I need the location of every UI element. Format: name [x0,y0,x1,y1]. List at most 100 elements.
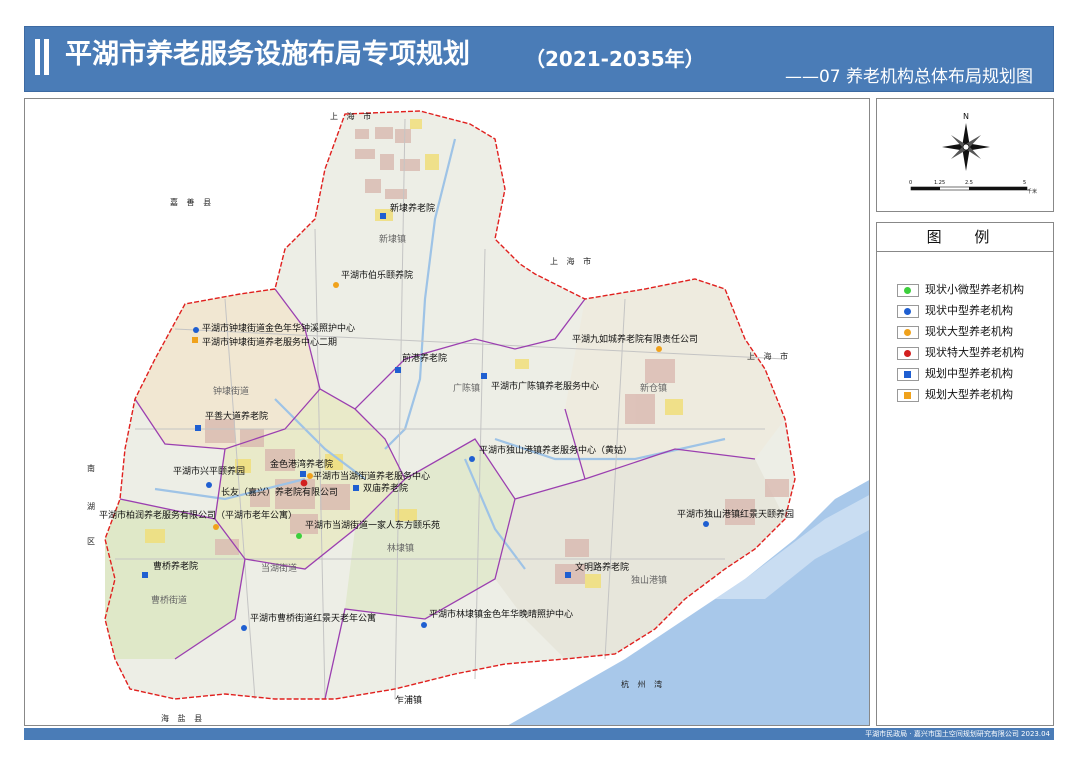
compass-panel: N 0 1.25 2.5 5 千米 [876,98,1054,212]
marker-hongjing[interactable] [703,521,709,527]
scale-bar [910,186,1028,191]
town-xincang: 新仓镇 [640,382,667,394]
marker-jinsegangwan[interactable] [300,471,306,477]
marker-zhongdai-jinse[interactable] [193,327,199,333]
title-banner: 平湖市养老服务设施布局专项规划 （2021-2035年） ——07 养老机构总体… [24,26,1054,92]
label-caoqiao-hongjing: 平湖市曹桥街道红景天老年公寓 [250,612,376,624]
label-bole: 平湖市伯乐颐养院 [341,269,413,281]
label-caoqiao: 曹桥养老院 [153,560,198,572]
town-danghu: 当湖街道 [261,562,297,574]
town-zhapu: 乍浦镇 [395,694,422,706]
marker-xindai[interactable] [380,213,386,219]
marker-linda-jinse[interactable] [421,622,427,628]
legend-item-label: 现状中型养老机构 [925,304,1013,317]
label-guangchen: 平湖市广陈镇养老服务中心 [491,380,599,392]
map-panel[interactable]: 上 海 市 嘉 善 县 上 海 市 上 海 市 南 湖 区 海 盐 县 杭 州 … [24,98,870,726]
label-linda-jinse: 平湖市林埭镇金色年华晚晴照护中心 [429,608,573,620]
marker-changyou[interactable] [300,479,308,487]
town-zhongdai: 钟埭街道 [213,385,249,397]
circle-marker-icon [904,328,911,336]
title-bar-2 [44,39,49,75]
legend-swatch [897,325,919,339]
label-jiuru: 平湖九如城养老院有限责任公司 [572,333,698,345]
label-yijiaren: 平湖市当湖街道一家人东方颐乐苑 [305,519,440,531]
circle-marker-icon [904,349,911,357]
scale-label-3: 5 [1023,180,1026,186]
north-arrow-scale: N 0 1.25 2.5 5 千米 [909,112,1037,195]
legend-item-label: 现状小微型养老机构 [925,283,1024,296]
title-bar-1 [35,39,40,75]
label-xindai: 新埭养老院 [390,202,435,214]
scale-unit: 千米 [1027,188,1037,195]
label-qiangang: 前港养老院 [402,352,447,364]
north-arrow-icon [942,123,990,171]
footer-bar: 平湖市民政局 · 嘉兴市国土空间规划研究有限公司 2023.04 [24,728,1054,740]
map-canvas[interactable]: 上 海 市 嘉 善 县 上 海 市 上 海 市 南 湖 区 海 盐 县 杭 州 … [25,99,870,726]
label-jinsegangwan: 金色港湾养老院 [270,458,333,470]
legend-item: 现状中型养老机构 [897,302,1013,318]
legend-item: 现状小微型养老机构 [897,281,1024,297]
marker-wenming[interactable] [565,572,571,578]
label-shanghai-right: 上 海 市 [747,351,791,361]
marker-bairun[interactable] [213,524,219,530]
scale-label-2: 2.5 [965,180,973,186]
circle-marker-icon [904,286,911,294]
label-wenming: 文明路养老院 [575,561,629,573]
label-haiyan: 海 盐 县 [161,713,205,723]
label-xingping: 平湖市兴平颐养园 [173,465,245,477]
label-nanhu-3: 区 [87,537,98,546]
legend-swatch [897,304,919,318]
marker-caoqiao-hongjing[interactable] [241,625,247,631]
label-shanghai-top: 上 海 市 [330,111,374,121]
scale-label-1: 1.25 [934,180,945,186]
label-dushangang-huanggu: 平湖市独山港镇养老服务中心（黄姑） [479,444,632,456]
circle-marker-icon [904,307,911,315]
label-shuangmiao: 双庙养老院 [363,482,408,494]
town-dushangang: 独山港镇 [631,574,667,586]
marker-zhongdai-center2[interactable] [192,337,198,343]
legend-swatch [897,283,919,297]
marker-guangchen[interactable] [481,373,487,379]
legend-swatch [897,367,919,381]
town-caoqiao: 曹桥街道 [151,594,187,606]
label-nanhu-1: 南 [87,463,98,473]
square-marker-icon [904,370,911,378]
marker-xingping[interactable] [206,482,212,488]
legend-item-label: 现状大型养老机构 [925,325,1013,338]
marker-yijiaren[interactable] [296,533,302,539]
marker-bole[interactable] [333,282,339,288]
label-shanghai-mid: 上 海 市 [550,256,594,266]
label-changyou: 长友（嘉兴）养老院有限公司 [221,486,338,498]
legend-item-label: 规划中型养老机构 [925,367,1013,380]
label-hangzhou-bay: 杭 州 湾 [621,679,665,689]
legend-title: 图 例 [877,223,1053,252]
map-title-year: （2021-2035年） [525,47,705,71]
map-title: 平湖市养老服务设施布局专项规划 [65,39,470,70]
label-jiashan: 嘉 善 县 [170,197,214,207]
legend-item-label: 规划大型养老机构 [925,388,1013,401]
marker-dushangang-huanggu[interactable] [469,456,475,462]
legend-item: 现状大型养老机构 [897,323,1013,339]
marker-caoqiao[interactable] [142,572,148,578]
town-xindai: 新埭镇 [379,233,406,245]
legend-item: 规划中型养老机构 [897,365,1013,381]
marker-jiuru[interactable] [656,346,662,352]
scale-label-0: 0 [909,180,912,186]
marker-pingshan[interactable] [195,425,201,431]
legend-item-label: 现状特大型养老机构 [925,346,1024,359]
label-zhongdai-center2: 平湖市钟埭街道养老服务中心二期 [202,336,337,348]
legend-swatch [897,346,919,360]
legend-panel: 图 例 现状小微型养老机构 现状中型养老机构 现状大型养老机构 现状特大型养老机构 规划… [876,222,1054,726]
marker-shuangmiao[interactable] [353,485,359,491]
label-pingshan: 平善大道养老院 [205,410,268,422]
label-nanhu-2: 湖 [87,502,98,511]
map-subtitle: ——07 养老机构总体布局规划图 [784,67,1033,87]
marker-qiangang[interactable] [395,367,401,373]
town-linda: 林埭镇 [387,542,414,554]
square-marker-icon [904,391,911,399]
north-label: N [963,112,969,121]
label-bairun: 平湖市柏润养老服务有限公司（平湖市老年公寓） [99,509,297,521]
town-guangchen: 广陈镇 [453,382,480,394]
legend-swatch [897,388,919,402]
footer-credit: 平湖市民政局 · 嘉兴市国土空间规划研究有限公司 2023.04 [865,730,1050,738]
